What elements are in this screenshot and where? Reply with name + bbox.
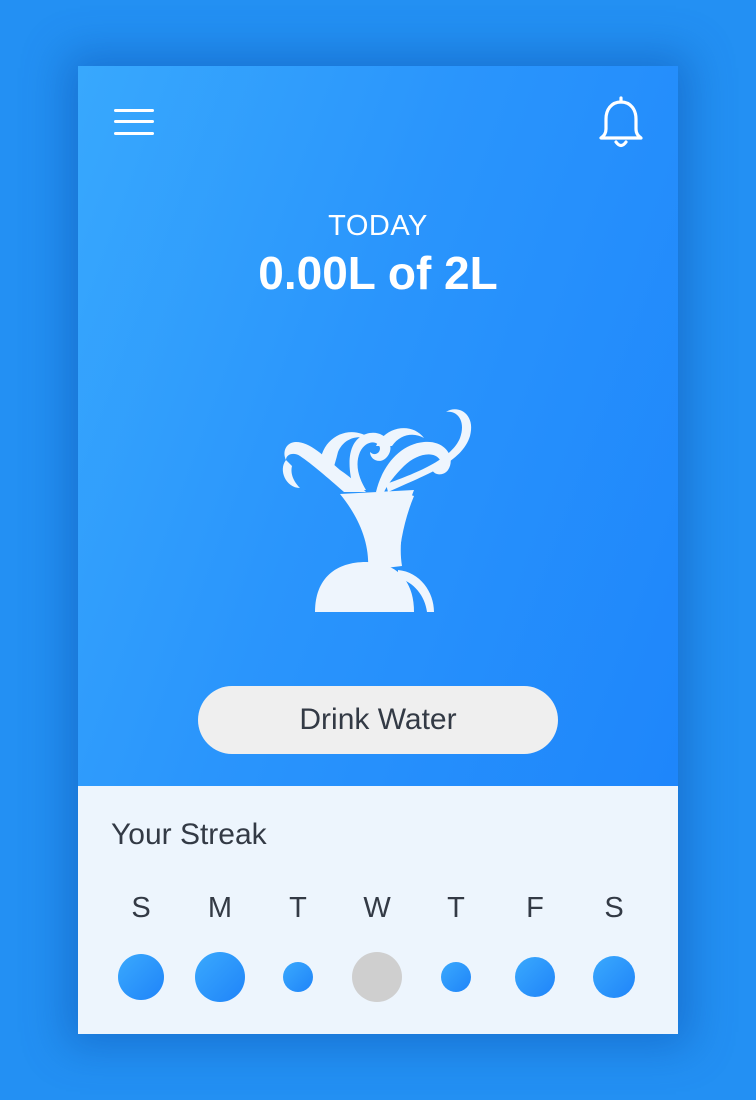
day-letter: T xyxy=(289,892,307,924)
streak-title: Your Streak xyxy=(111,818,267,851)
day-letter: F xyxy=(526,892,544,924)
streak-dot[interactable] xyxy=(515,957,555,997)
water-fountain-icon xyxy=(282,409,472,612)
streak-day-wednesday: W xyxy=(338,892,416,1012)
streak-dot[interactable] xyxy=(352,952,402,1002)
streak-week: S M T W T F S xyxy=(102,892,654,1012)
day-letter: S xyxy=(604,892,624,924)
hero-panel: TODAY 0.00L of 2L Drink Water xyxy=(78,66,678,786)
streak-day-friday: F xyxy=(496,892,574,1012)
streak-dot[interactable] xyxy=(118,954,164,1000)
menu-icon-bar xyxy=(114,109,154,112)
streak-dot[interactable] xyxy=(283,962,313,992)
day-letter: T xyxy=(447,892,465,924)
streak-day-thursday: T xyxy=(417,892,495,1012)
notification-button[interactable] xyxy=(596,96,646,150)
menu-icon-bar xyxy=(114,132,154,135)
streak-day-tuesday: T xyxy=(259,892,337,1012)
menu-button[interactable] xyxy=(112,104,156,140)
intake-amount: 0.00L of 2L xyxy=(258,247,498,299)
day-letter: M xyxy=(207,892,233,924)
day-letter: S xyxy=(131,892,151,924)
streak-day-saturday: S xyxy=(575,892,653,1012)
streak-dot[interactable] xyxy=(195,952,245,1002)
drink-water-button[interactable]: Drink Water xyxy=(198,686,558,754)
today-label: TODAY xyxy=(328,210,428,242)
streak-dot[interactable] xyxy=(593,956,635,998)
bell-icon xyxy=(599,96,643,148)
menu-icon-bar xyxy=(114,120,154,123)
app-screen: TODAY 0.00L of 2L Drink Water Your Strea… xyxy=(78,66,678,1034)
streak-day-sunday: S xyxy=(102,892,180,1012)
day-letter: W xyxy=(363,892,391,924)
streak-day-monday: M xyxy=(181,892,259,1012)
streak-dot[interactable] xyxy=(441,962,471,992)
